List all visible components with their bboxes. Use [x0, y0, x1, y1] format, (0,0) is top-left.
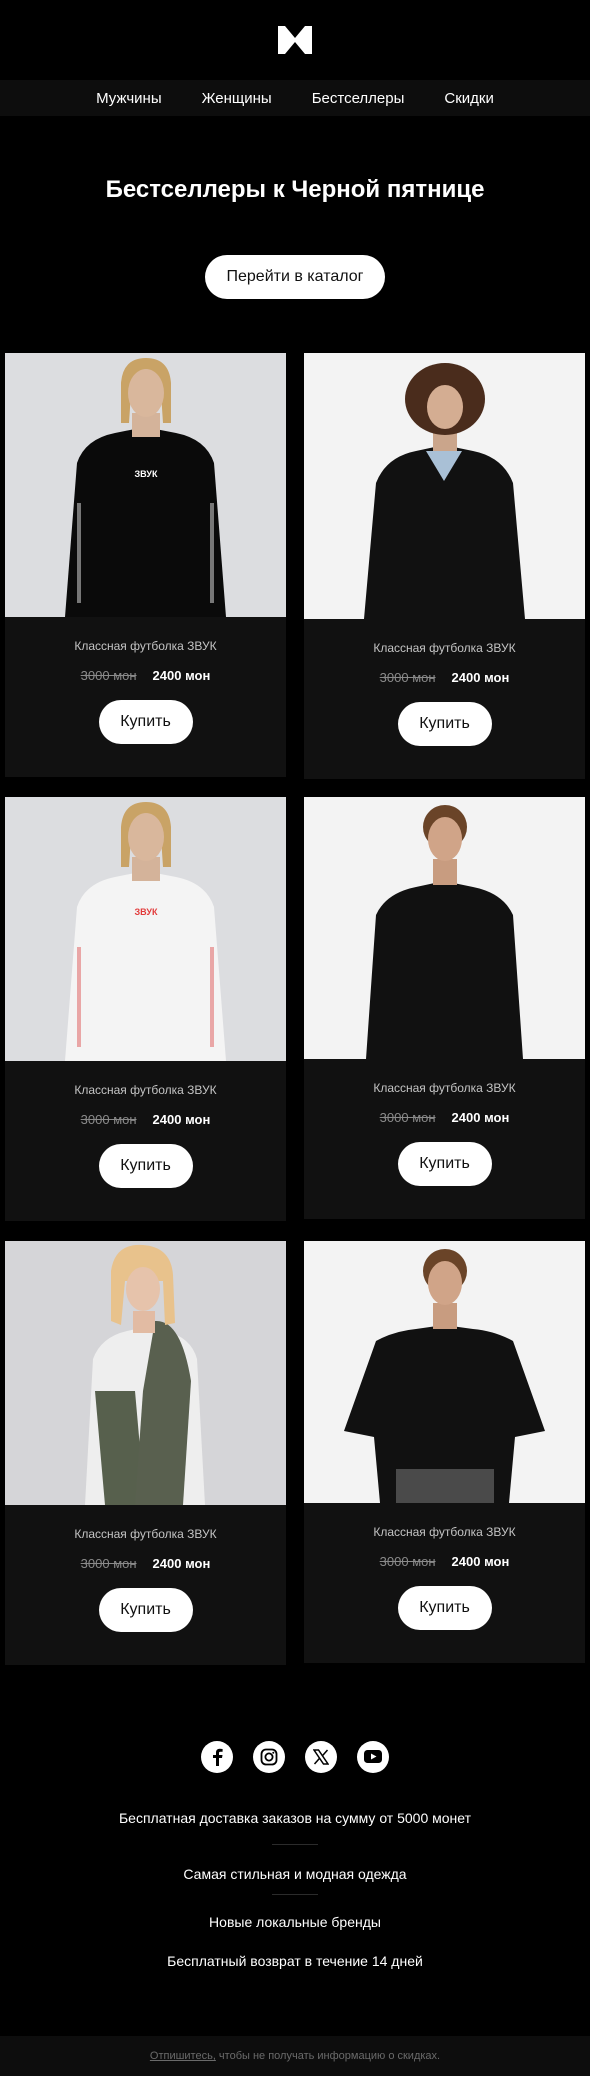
print-text: ЗВУК — [135, 907, 158, 917]
product-card: ЗВУК Классная футболка ЗВУК 3000 мон 2400… — [5, 797, 286, 1221]
email-page: Мужчины Женщины Бестселлеры Скидки Бестс… — [0, 0, 590, 2076]
old-price: 3000 мон — [80, 668, 137, 683]
nav-item-men[interactable]: Мужчины — [76, 90, 181, 107]
buy-button[interactable]: Купить — [98, 1144, 193, 1188]
nav-item-bestsellers[interactable]: Бестселлеры — [292, 90, 425, 107]
product-image: ЗВУК — [5, 797, 286, 1061]
product-name: Классная футболка ЗВУК — [74, 639, 217, 653]
hero: Бестселлеры к Черной пятнице Перейти в к… — [0, 116, 590, 299]
unsubscribe-text: чтобы не получать информацию о скидках. — [215, 2050, 441, 2062]
product-photo[interactable] — [304, 353, 585, 619]
product-card: ЗВУК Классная футболка ЗВУК 3000 мон 2400… — [5, 353, 286, 777]
product-name: Классная футболка ЗВУК — [74, 1527, 217, 1541]
new-price: 2400 мон — [152, 1112, 211, 1127]
footer-line: Самая стильная и модная одежда — [183, 1866, 407, 1882]
buy-button[interactable]: Купить — [397, 702, 492, 746]
page-title: Бестселлеры к Черной пятнице — [105, 176, 485, 203]
social-links — [0, 1741, 590, 1773]
product-photo[interactable] — [304, 797, 585, 1059]
footer-line: Новые локальные бренды — [209, 1914, 381, 1930]
buy-button[interactable]: Купить — [397, 1142, 492, 1186]
footer-line: Бесплатная доставка заказов на сумму от … — [118, 1810, 472, 1826]
footer-divider — [272, 1844, 318, 1845]
product-name: Классная футболка ЗВУК — [373, 1081, 516, 1095]
new-price: 2400 мон — [152, 668, 211, 683]
buy-button[interactable]: Купить — [98, 1588, 193, 1632]
product-card: Классная футболка ЗВУК 3000 мон 2400 мон … — [304, 1241, 585, 1663]
product-photo[interactable] — [5, 1241, 286, 1505]
product-prices: 3000 мон 2400 мон — [5, 1556, 286, 1572]
youtube-icon[interactable] — [357, 1741, 389, 1773]
facebook-icon[interactable] — [201, 1741, 233, 1773]
new-price: 2400 мон — [451, 1110, 510, 1125]
product-card: Классная футболка ЗВУК 3000 мон 2400 мон … — [304, 353, 585, 779]
header — [0, 0, 590, 80]
product-prices: 3000 мон 2400 мон — [304, 1554, 585, 1570]
product-info: Классная футболка ЗВУК 3000 мон 2400 мон … — [304, 1503, 585, 1630]
old-price: 3000 мон — [379, 1554, 436, 1569]
unsubscribe-link[interactable]: Отпишитесь, — [150, 2050, 216, 2062]
product-card: Классная футболка ЗВУК 3000 мон 2400 мон … — [304, 797, 585, 1219]
product-prices: 3000 мон 2400 мон — [304, 1110, 585, 1126]
brand-logo-icon[interactable] — [278, 26, 312, 54]
nav-item-sale[interactable]: Скидки — [424, 90, 513, 107]
product-image: ЗВУК — [5, 353, 286, 617]
product-info: Классная футболка ЗВУК 3000 мон 2400 мон … — [5, 1061, 286, 1188]
product-name: Классная футболка ЗВУК — [373, 641, 516, 655]
old-price: 3000 мон — [80, 1112, 137, 1127]
catalog-button[interactable]: Перейти в каталог — [204, 255, 386, 299]
footer-divider — [272, 1894, 318, 1895]
product-image — [304, 353, 585, 619]
unsubscribe-bar: Отпишитесь, чтобы не получать информацию… — [0, 2036, 590, 2076]
product-prices: 3000 мон 2400 мон — [5, 1112, 286, 1128]
product-image — [304, 1241, 585, 1503]
product-info: Классная футболка ЗВУК 3000 мон 2400 мон … — [304, 1059, 585, 1186]
instagram-icon[interactable] — [253, 1741, 285, 1773]
product-name: Классная футболка ЗВУК — [74, 1083, 217, 1097]
product-photo[interactable] — [304, 1241, 585, 1503]
old-price: 3000 мон — [379, 670, 436, 685]
product-image — [304, 797, 585, 1059]
old-price: 3000 мон — [379, 1110, 436, 1125]
buy-button[interactable]: Купить — [98, 700, 193, 744]
product-card: Классная футболка ЗВУК 3000 мон 2400 мон … — [5, 1241, 286, 1665]
new-price: 2400 мон — [152, 1556, 211, 1571]
nav-item-women[interactable]: Женщины — [182, 90, 292, 107]
footer-line: Бесплатный возврат в течение 14 дней — [167, 1953, 423, 1969]
product-prices: 3000 мон 2400 мон — [5, 668, 286, 684]
x-icon[interactable] — [305, 1741, 337, 1773]
product-info: Классная футболка ЗВУК 3000 мон 2400 мон … — [304, 619, 585, 746]
product-prices: 3000 мон 2400 мон — [304, 670, 585, 686]
new-price: 2400 мон — [451, 1554, 510, 1569]
product-photo[interactable]: ЗВУК — [5, 797, 286, 1061]
new-price: 2400 мон — [451, 670, 510, 685]
print-text: ЗВУК — [135, 469, 158, 479]
product-info: Классная футболка ЗВУК 3000 мон 2400 мон … — [5, 1505, 286, 1632]
old-price: 3000 мон — [80, 1556, 137, 1571]
buy-button[interactable]: Купить — [397, 1586, 492, 1630]
main-nav: Мужчины Женщины Бестселлеры Скидки — [0, 80, 590, 116]
product-name: Классная футболка ЗВУК — [373, 1525, 516, 1539]
product-photo[interactable]: ЗВУК — [5, 353, 286, 617]
product-image — [5, 1241, 286, 1505]
product-info: Классная футболка ЗВУК 3000 мон 2400 мон … — [5, 617, 286, 744]
